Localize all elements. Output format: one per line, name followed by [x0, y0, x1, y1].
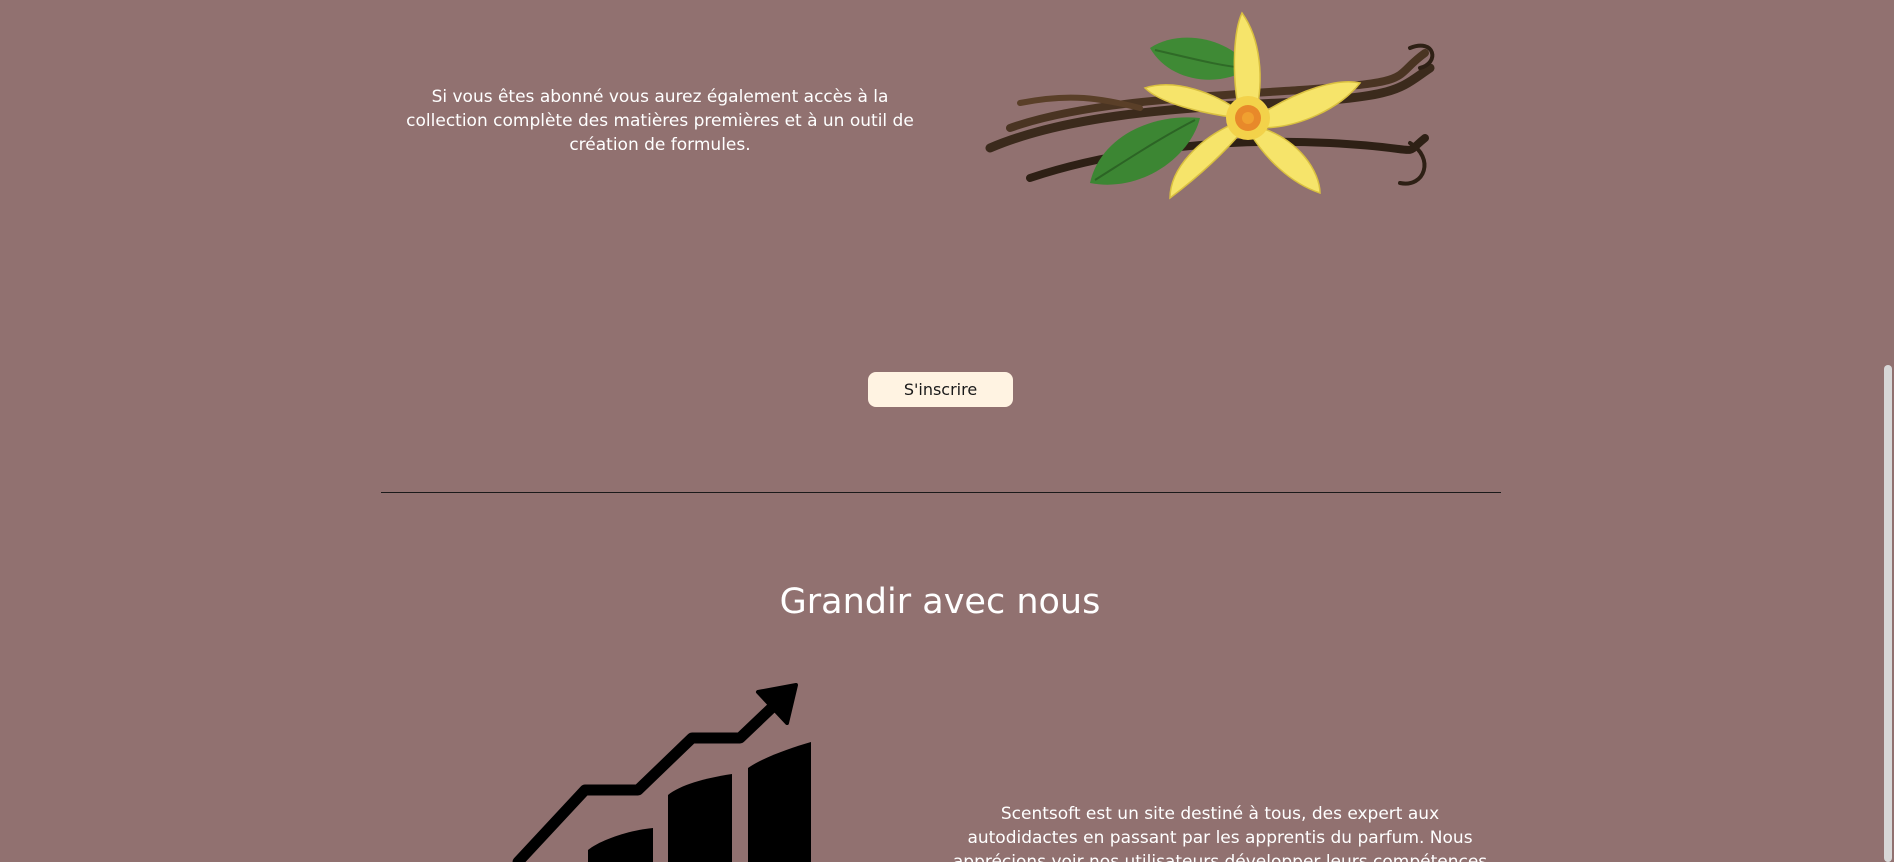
growth-chart-icon — [512, 683, 811, 862]
about-growth-text: Scentsoft est un site destiné à tous, de… — [952, 804, 1488, 862]
subscriber-benefits-text: Si vous êtes abonné vous aurez également… — [406, 87, 914, 155]
section-title: Grandir avec nous — [779, 582, 1101, 622]
vanilla-flower-image — [985, 11, 1435, 200]
signup-button[interactable]: S'inscrire — [868, 372, 1013, 407]
scrollbar-thumb[interactable] — [1884, 365, 1892, 862]
section-divider — [381, 492, 1501, 493]
page: Si vous êtes abonné vous aurez également… — [0, 0, 1894, 862]
scrollbar[interactable] — [1880, 0, 1894, 862]
